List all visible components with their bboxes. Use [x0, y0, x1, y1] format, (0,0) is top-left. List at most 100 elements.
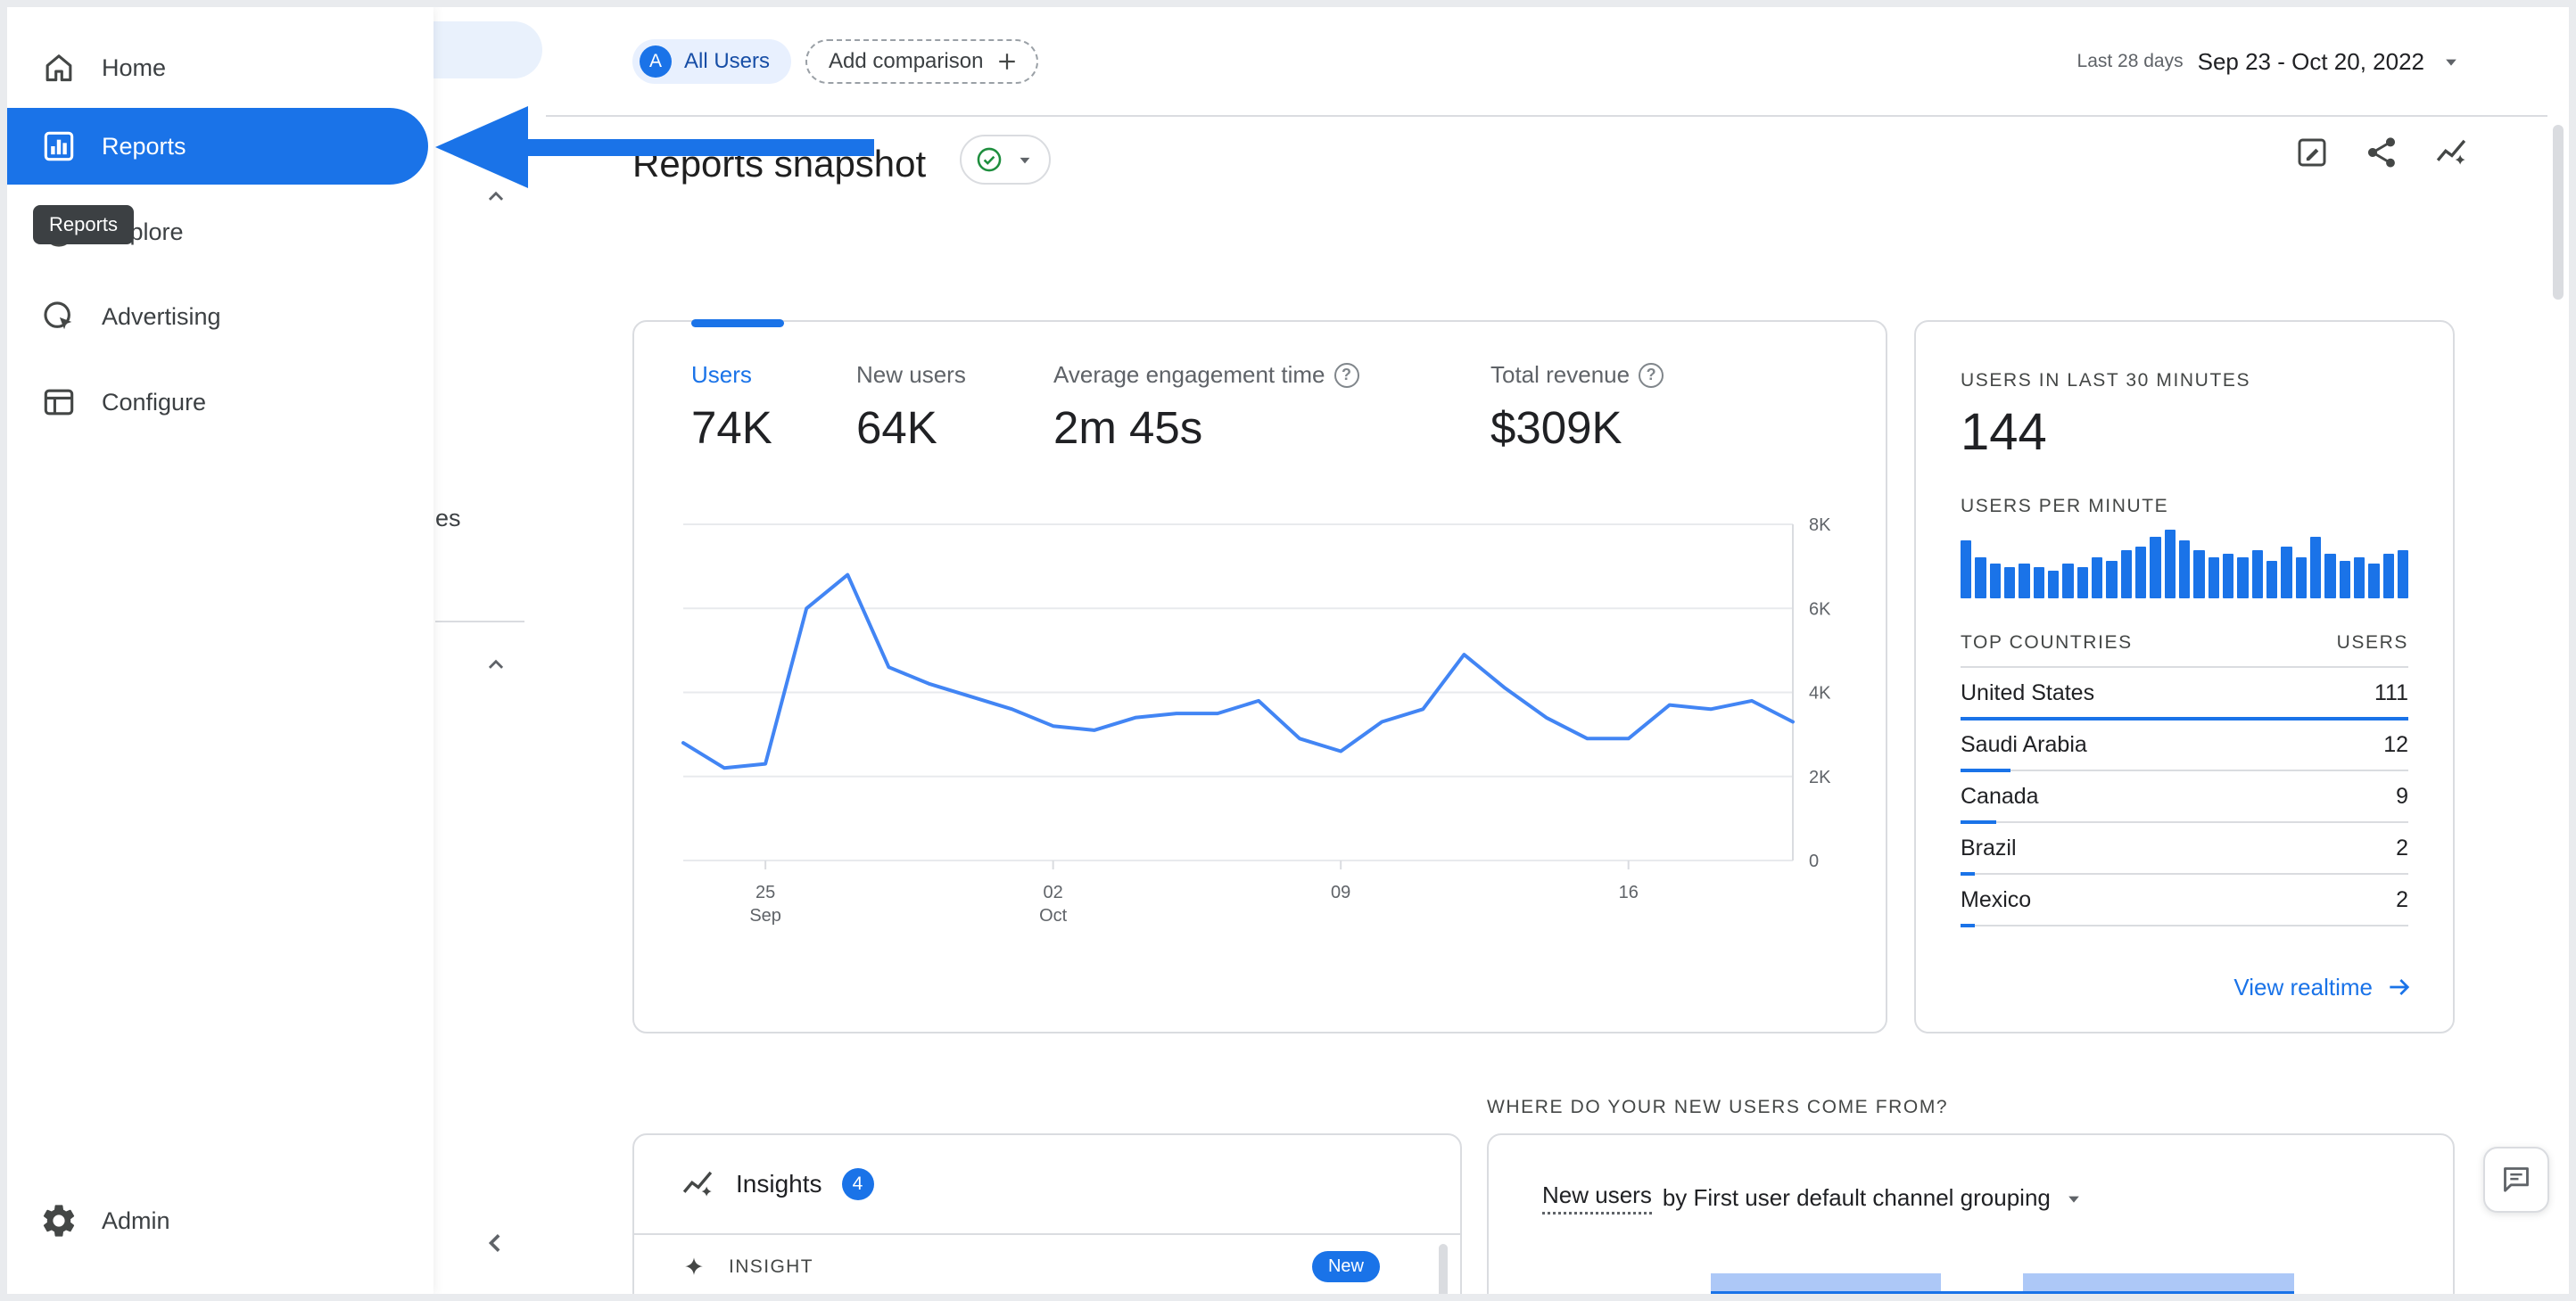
sidebar-item-advertising[interactable]: Advertising — [7, 274, 428, 359]
sidebar-item-label: Admin — [102, 1206, 170, 1234]
minute-bar — [2295, 557, 2307, 598]
reports-icon — [39, 127, 78, 166]
insights-icon[interactable] — [2432, 133, 2471, 172]
help-icon[interactable]: ? — [1639, 362, 1664, 388]
arrow-right-icon — [2390, 979, 2410, 995]
annotation-arrow-head — [435, 106, 528, 188]
caret-down-icon — [2068, 1196, 2079, 1203]
sidebar-item-admin[interactable]: Admin — [7, 1178, 428, 1264]
channel-bar — [2023, 1273, 2294, 1291]
minute-bar — [2251, 550, 2263, 598]
view-realtime-link[interactable]: View realtime — [2233, 973, 2414, 1001]
page-scrollbar[interactable] — [2553, 125, 2564, 300]
country-name: Canada — [1961, 783, 2039, 809]
minute-bar — [2150, 537, 2161, 598]
metric-value: $309K — [1490, 402, 1622, 453]
users-col-label: USERS — [2336, 632, 2408, 653]
feedback-button[interactable] — [2483, 1147, 2549, 1213]
advertising-icon — [39, 297, 78, 336]
minute-bar — [2309, 537, 2322, 598]
metric-label-text: Average engagement time — [1053, 361, 1325, 388]
minute-bar — [2368, 564, 2380, 598]
minute-bar — [2193, 550, 2205, 598]
insights-scrollbar[interactable] — [1439, 1244, 1448, 1294]
sidebar-item-home[interactable]: Home — [7, 25, 428, 111]
minute-bar — [2076, 567, 2088, 598]
dimension-label[interactable]: New users — [1542, 1182, 1652, 1215]
topbar-divider — [546, 115, 2547, 117]
insight-label: INSIGHT — [729, 1256, 813, 1277]
svg-text:16: 16 — [1619, 883, 1639, 902]
countries-table: United States 111 Saudi Arabia 12 Canada 9 Bra… — [1961, 668, 2408, 927]
sidebar-item-configure[interactable]: Configure — [7, 359, 428, 445]
minute-bar — [2047, 571, 2060, 598]
minute-bar — [2222, 554, 2234, 598]
country-row: Brazil 2 — [1961, 823, 2408, 876]
selected-metric-indicator — [691, 319, 784, 327]
minute-bar — [2033, 567, 2044, 598]
svg-text:Sep: Sep — [749, 906, 781, 926]
minute-bar — [2281, 547, 2292, 598]
insights-header[interactable]: Insights 4 — [634, 1135, 1460, 1235]
users-line-chart: 0 2K 4K 6K 8K 25 Sep 02 Oct 09 16 — [681, 515, 1831, 926]
minute-bar — [2266, 561, 2278, 598]
help-icon[interactable]: ? — [1333, 362, 1359, 388]
minute-bar — [2397, 550, 2409, 598]
minute-bar — [2120, 550, 2132, 598]
gear-icon — [39, 1201, 78, 1240]
annotation-arrow — [524, 139, 874, 156]
sparkle-icon — [685, 1256, 703, 1275]
insights-count-badge: 4 — [841, 1168, 874, 1200]
country-users-value: 2 — [2396, 835, 2408, 860]
metric-tab-new-users[interactable]: New users 64K — [856, 361, 1053, 454]
home-icon — [39, 48, 78, 87]
metric-tab-total-revenue[interactable]: Total revenue ? $309K — [1490, 361, 1664, 454]
minute-bar — [2237, 557, 2249, 598]
metric-tab-users[interactable]: Users 74K — [691, 361, 856, 454]
new-users-section-heading: WHERE DO YOUR NEW USERS COME FROM? — [1487, 1097, 1949, 1117]
country-row: Saudi Arabia 12 — [1961, 720, 2408, 772]
minute-bar — [2382, 554, 2394, 598]
chevron-up-icon[interactable] — [481, 650, 511, 685]
country-users-value: 9 — [2396, 783, 2408, 809]
segment-all-users-chip[interactable]: A All Users — [632, 39, 792, 84]
users-30min-label: USERS IN LAST 30 MINUTES — [1961, 370, 2251, 391]
segment-avatar: A — [640, 45, 672, 78]
svg-text:02: 02 — [1044, 883, 1063, 902]
customize-report-icon[interactable] — [2292, 133, 2332, 172]
country-name: Saudi Arabia — [1961, 731, 2087, 757]
metric-tab-engagement-time[interactable]: Average engagement time ? 2m 45s — [1053, 361, 1490, 454]
minute-bar — [2164, 530, 2176, 598]
insights-title: Insights — [736, 1170, 822, 1198]
sidebar-item-label: Advertising — [102, 302, 221, 330]
new-users-card-title[interactable]: New users by First user default channel … — [1542, 1182, 2086, 1215]
collapse-nav-icon[interactable] — [479, 1226, 513, 1264]
realtime-card: USERS IN LAST 30 MINUTES 144 USERS PER M… — [1914, 320, 2455, 1033]
country-users-value: 2 — [2396, 886, 2408, 912]
countries-table-header: TOP COUNTRIES USERS — [1961, 632, 2408, 668]
new-badge: New — [1311, 1251, 1380, 1282]
svg-text:25: 25 — [755, 883, 775, 902]
share-icon[interactable] — [2362, 133, 2401, 172]
nav-item-clipped[interactable]: es — [435, 505, 461, 532]
add-comparison-button[interactable]: Add comparison — [805, 39, 1039, 84]
country-row: Canada 9 — [1961, 771, 2408, 824]
segment-label: All Users — [684, 49, 771, 73]
insight-item[interactable]: INSIGHT New — [679, 1251, 1380, 1282]
sidebar-item-reports[interactable]: Reports — [7, 108, 428, 185]
report-status-dropdown[interactable] — [960, 135, 1051, 185]
sidebar-item-label: Home — [102, 54, 167, 81]
add-comparison-label: Add comparison — [829, 49, 984, 73]
country-users-value: 12 — [2383, 731, 2408, 757]
configure-icon — [39, 383, 78, 422]
date-range-value: Sep 23 - Oct 20, 2022 — [2197, 47, 2424, 75]
metric-label: New users — [856, 361, 966, 388]
date-range-picker[interactable]: Last 28 days Sep 23 - Oct 20, 2022 — [2077, 39, 2464, 84]
minute-bar — [2324, 554, 2336, 598]
users-per-minute-chart — [1961, 530, 2409, 598]
analytics-page: es A All Users Add comparison Last 28 da… — [7, 7, 2569, 1294]
minute-bar — [2019, 564, 2030, 598]
snapshot-summary-card: Users 74K New users 64K Average engageme… — [632, 319, 1887, 1033]
minute-bar — [2178, 540, 2191, 598]
minute-bar — [2106, 561, 2118, 598]
